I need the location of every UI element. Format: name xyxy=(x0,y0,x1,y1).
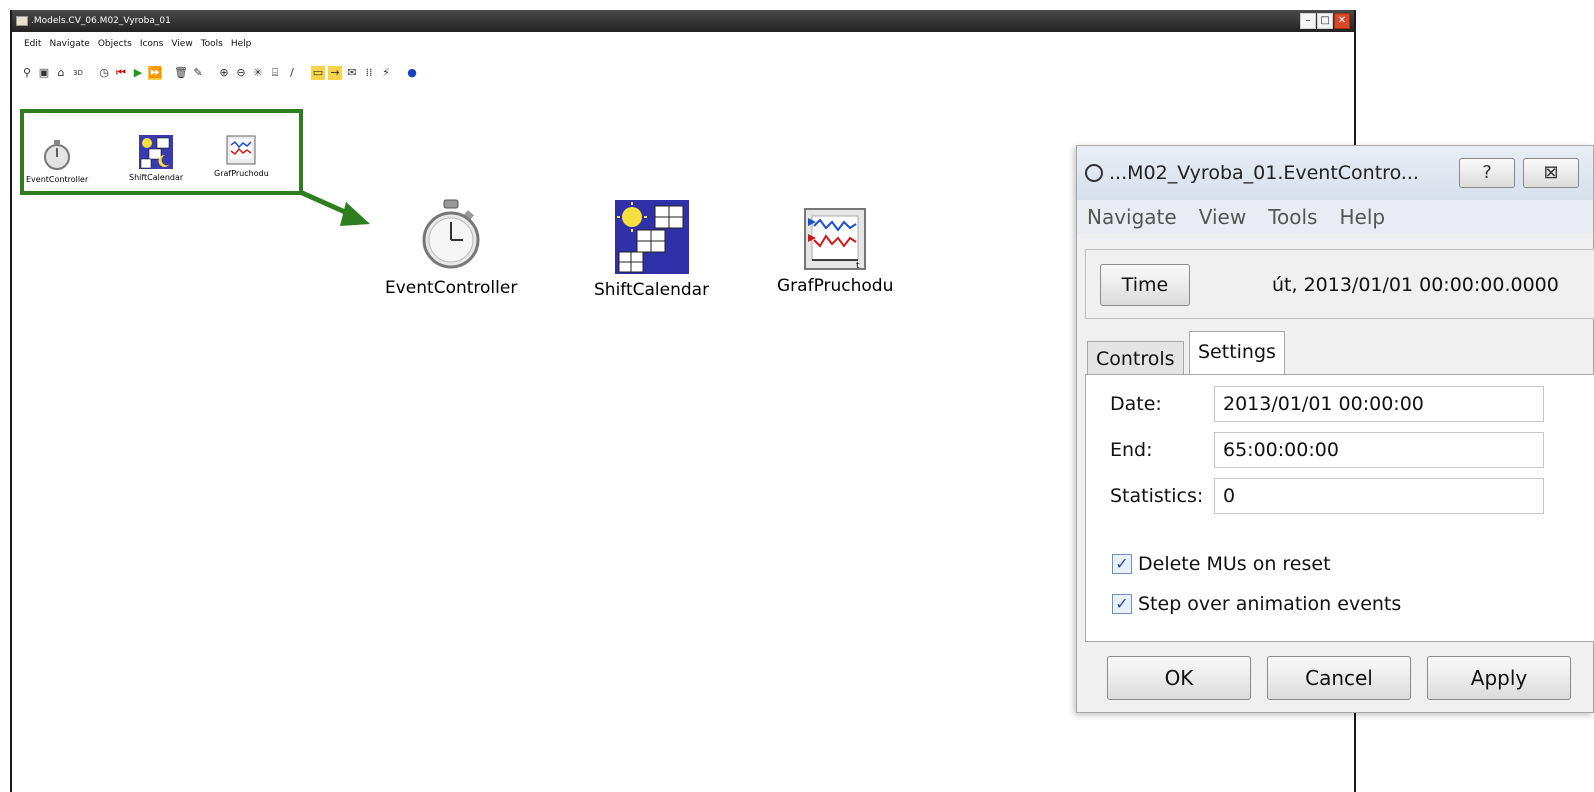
time-group: Time út, 2013/01/01 00:00:00.0000 xyxy=(1085,249,1594,319)
end-label: End: xyxy=(1110,439,1153,461)
cancel-button[interactable]: Cancel xyxy=(1267,656,1411,700)
end-field[interactable]: 65:00:00:00 xyxy=(1214,432,1544,468)
frame-icon-2[interactable]: ⌸ xyxy=(268,66,282,80)
svg-text:t: t xyxy=(856,261,860,270)
statistics-label: Statistics: xyxy=(1110,485,1204,507)
delete-icon[interactable]: 🗑 xyxy=(174,66,188,80)
date-field[interactable]: 2013/01/01 00:00:00 xyxy=(1214,386,1544,422)
tab-settings[interactable]: Settings xyxy=(1189,331,1285,375)
fast-forward-icon[interactable]: ⏩ xyxy=(148,66,162,80)
edit-icon[interactable]: / xyxy=(285,66,299,80)
chart-icon xyxy=(226,135,256,165)
calendar-icon xyxy=(139,135,174,169)
stopwatch-icon xyxy=(44,140,71,170)
zoom-in-icon[interactable]: ⊕ xyxy=(217,66,231,80)
dialog-title: ...M02_Vyroba_01.EventContro... xyxy=(1109,162,1419,184)
binoculars-icon[interactable]: ⚲ xyxy=(20,66,34,80)
toolbar: ⚲ ▣ ⌂ 3D ◷ ⏮ ▶ ⏩ 🗑 ✎ ⊕ ⊖ ✳ ⌸ / ▭ → ✉ ⁞⁞ … xyxy=(20,64,419,82)
eventcontroller-dialog: ...M02_Vyroba_01.EventContro... ? ⊠ Navi… xyxy=(1076,145,1594,713)
settings-panel: Date: 2013/01/01 00:00:00 End: 65:00:00:… xyxy=(1085,374,1594,642)
3d-icon[interactable]: 3D xyxy=(71,66,85,80)
dialog-menu-view[interactable]: View xyxy=(1199,205,1246,229)
eventcontroller-object[interactable]: EventController xyxy=(385,198,517,298)
dialog-menu-tools[interactable]: Tools xyxy=(1268,205,1317,229)
shiftcalendar-object[interactable]: ShiftCalendar xyxy=(594,200,709,300)
delete-mus-checkbox[interactable]: ✓ xyxy=(1112,554,1132,574)
menu-navigate[interactable]: Navigate xyxy=(49,39,89,49)
stopwatch-icon xyxy=(422,199,480,269)
menu-objects[interactable]: Objects xyxy=(98,39,132,49)
date-row: Date: 2013/01/01 00:00:00 xyxy=(1110,386,1544,422)
calendar-icon xyxy=(614,200,689,274)
dialog-menu-bar: Navigate View Tools Help xyxy=(1077,200,1593,234)
dialog-title-bar: ...M02_Vyroba_01.EventContro... ? ⊠ xyxy=(1077,146,1593,200)
dialog-close-button[interactable]: ⊠ xyxy=(1523,158,1579,188)
small-objects-group: EventController ShiftCalendar GrafPrucho… xyxy=(20,109,303,195)
delete-mus-row[interactable]: ✓ Delete MUs on reset xyxy=(1112,553,1331,575)
paint-icon[interactable]: ✎ xyxy=(191,66,205,80)
step-over-row[interactable]: ✓ Step over animation events xyxy=(1112,593,1401,615)
grid-icon[interactable]: ⁞⁞ xyxy=(362,66,376,80)
grafpruchodu-object[interactable]: t GrafPruchodu xyxy=(777,208,893,296)
small-shiftcalendar[interactable]: ShiftCalendar xyxy=(129,135,183,182)
time-value: út, 2013/01/01 00:00:00.0000 xyxy=(1272,274,1559,296)
end-row: End: 65:00:00:00 xyxy=(1110,432,1544,468)
step-over-label: Step over animation events xyxy=(1138,593,1402,615)
stopwatch-icon[interactable]: ◷ xyxy=(97,66,111,80)
statistics-field[interactable]: 0 xyxy=(1214,478,1544,514)
dialog-menu-navigate[interactable]: Navigate xyxy=(1087,205,1177,229)
chart-icon: t xyxy=(804,208,867,270)
menu-bar: Edit Navigate Objects Icons View Tools H… xyxy=(12,34,251,54)
app-icon xyxy=(16,16,28,26)
menu-edit[interactable]: Edit xyxy=(24,39,41,49)
home-icon[interactable]: ⌂ xyxy=(54,66,68,80)
menu-icons[interactable]: Icons xyxy=(140,39,164,49)
select-icon[interactable]: ✳ xyxy=(251,66,265,80)
title-bar: .Models.CV_06.M02_Vyroba_01 – □ ✕ xyxy=(12,10,1354,32)
reset-icon[interactable]: ⏮ xyxy=(114,66,128,80)
dialog-menu-help[interactable]: Help xyxy=(1339,205,1385,229)
menu-tools[interactable]: Tools xyxy=(201,39,223,49)
statistics-row: Statistics: 0 xyxy=(1110,478,1544,514)
small-grafpruchodu[interactable]: GrafPruchodu xyxy=(214,135,269,178)
stopwatch-icon xyxy=(1085,164,1103,182)
frame-icon[interactable]: ▣ xyxy=(37,66,51,80)
date-label: Date: xyxy=(1110,393,1162,415)
apply-button[interactable]: Apply xyxy=(1427,656,1571,700)
minimize-button[interactable]: – xyxy=(1300,13,1316,29)
tab-controls[interactable]: Controls xyxy=(1087,341,1184,375)
start-icon[interactable]: ▶ xyxy=(131,66,145,80)
connector-icon[interactable]: ▭ xyxy=(311,66,325,80)
time-button[interactable]: Time xyxy=(1100,264,1190,306)
help-button[interactable]: ? xyxy=(1459,158,1515,188)
menu-help[interactable]: Help xyxy=(231,39,252,49)
step-over-checkbox[interactable]: ✓ xyxy=(1112,594,1132,614)
maximize-button[interactable]: □ xyxy=(1317,13,1333,29)
small-eventcontroller[interactable]: EventController xyxy=(26,139,88,184)
tab-strip: Controls Settings xyxy=(1085,331,1594,375)
delete-mus-label: Delete MUs on reset xyxy=(1138,553,1331,575)
help-icon[interactable]: ● xyxy=(405,66,419,80)
ok-button[interactable]: OK xyxy=(1107,656,1251,700)
zoom-out-icon[interactable]: ⊖ xyxy=(234,66,248,80)
menu-view[interactable]: View xyxy=(171,39,192,49)
chart-icon[interactable]: ⚡ xyxy=(379,66,393,80)
close-button[interactable]: ✕ xyxy=(1334,13,1350,29)
comment-icon[interactable]: ✉ xyxy=(345,66,359,80)
arrow-icon[interactable]: → xyxy=(328,66,342,80)
window-title: .Models.CV_06.M02_Vyroba_01 xyxy=(31,16,171,26)
green-arrow-icon xyxy=(298,190,370,226)
